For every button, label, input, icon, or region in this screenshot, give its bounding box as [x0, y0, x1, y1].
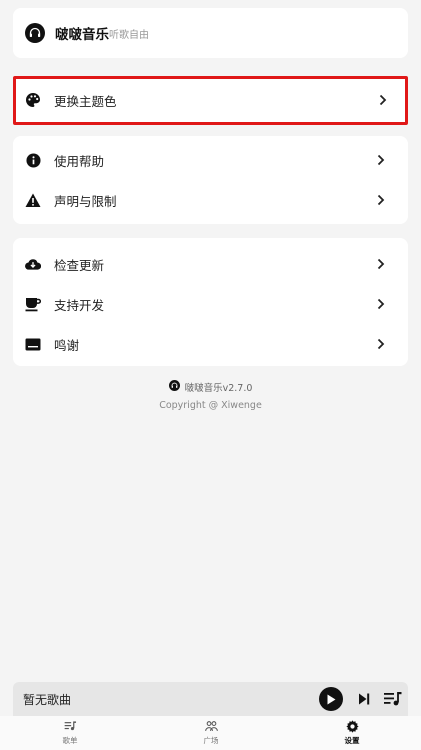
cloud-download-icon [25, 256, 41, 272]
app-info-row: 啵啵音乐 听歌自由 [13, 8, 408, 58]
bottom-tab-bar: 歌单 广场 设置 [0, 716, 421, 750]
app-info-card: 啵啵音乐 听歌自由 [13, 8, 408, 58]
headphones-logo-icon [25, 23, 45, 43]
settings-item-theme[interactable]: 更换主题色 [16, 80, 405, 120]
settings-item-disclaimer[interactable]: 声明与限制 [13, 180, 408, 220]
settings-item-thanks-label: 鸣谢 [54, 337, 80, 353]
settings-item-help[interactable]: 使用帮助 [13, 140, 408, 180]
chevron-right-icon [378, 94, 388, 106]
help-card: 使用帮助 声明与限制 [13, 136, 408, 224]
app-slogan: 听歌自由 [109, 29, 149, 41]
people-icon [186, 720, 236, 734]
info-icon [25, 152, 41, 168]
settings-item-update[interactable]: 检查更新 [13, 244, 408, 284]
palette-icon [25, 92, 41, 108]
chevron-right-icon [376, 298, 386, 310]
tab-songlist[interactable]: 歌单 [45, 720, 95, 746]
misc-card: 检查更新 支持开发 鸣谢 [13, 238, 408, 366]
app-name: 啵啵音乐 [55, 27, 109, 43]
tab-square-label: 广场 [203, 736, 219, 745]
chevron-right-icon [376, 338, 386, 350]
queue-music-icon [383, 692, 403, 712]
headphones-logo-icon [168, 380, 180, 394]
version-line: 啵啵音乐v2.7.0 [0, 380, 421, 394]
chevron-right-icon [376, 154, 386, 166]
version-text: 啵啵音乐v2.7.0 [184, 383, 253, 394]
skip-next-icon [356, 692, 372, 711]
play-icon [326, 690, 336, 709]
settings-item-support[interactable]: 支持开发 [13, 284, 408, 324]
mini-player[interactable]: 暂无歌曲 [13, 682, 408, 716]
credits-icon [25, 336, 41, 352]
gear-icon [327, 720, 377, 734]
chevron-right-icon [376, 194, 386, 206]
settings-item-support-label: 支持开发 [54, 297, 105, 313]
settings-item-disclaimer-label: 声明与限制 [54, 193, 117, 209]
theme-card: 更换主题色 [13, 76, 408, 125]
tab-square[interactable]: 广场 [186, 720, 236, 746]
settings-item-update-label: 检查更新 [54, 257, 105, 273]
next-track-button[interactable] [356, 691, 372, 707]
chevron-right-icon [376, 258, 386, 270]
current-song-title: 暂无歌曲 [23, 693, 72, 707]
playlist-icon [45, 720, 95, 734]
warning-icon [25, 192, 41, 208]
tab-songlist-label: 歌单 [62, 736, 78, 745]
copyright-text: Copyright @ Xiwenge [159, 400, 262, 411]
tab-settings[interactable]: 设置 [327, 720, 377, 746]
settings-item-theme-label: 更换主题色 [54, 93, 117, 109]
tab-settings-label: 设置 [344, 736, 360, 745]
queue-button[interactable] [383, 690, 403, 708]
settings-item-thanks[interactable]: 鸣谢 [13, 324, 408, 364]
coffee-icon [25, 296, 41, 312]
play-button[interactable] [319, 687, 343, 711]
about-footer: 啵啵音乐v2.7.0 Copyright @ Xiwenge [0, 380, 421, 411]
settings-item-help-label: 使用帮助 [54, 153, 105, 169]
